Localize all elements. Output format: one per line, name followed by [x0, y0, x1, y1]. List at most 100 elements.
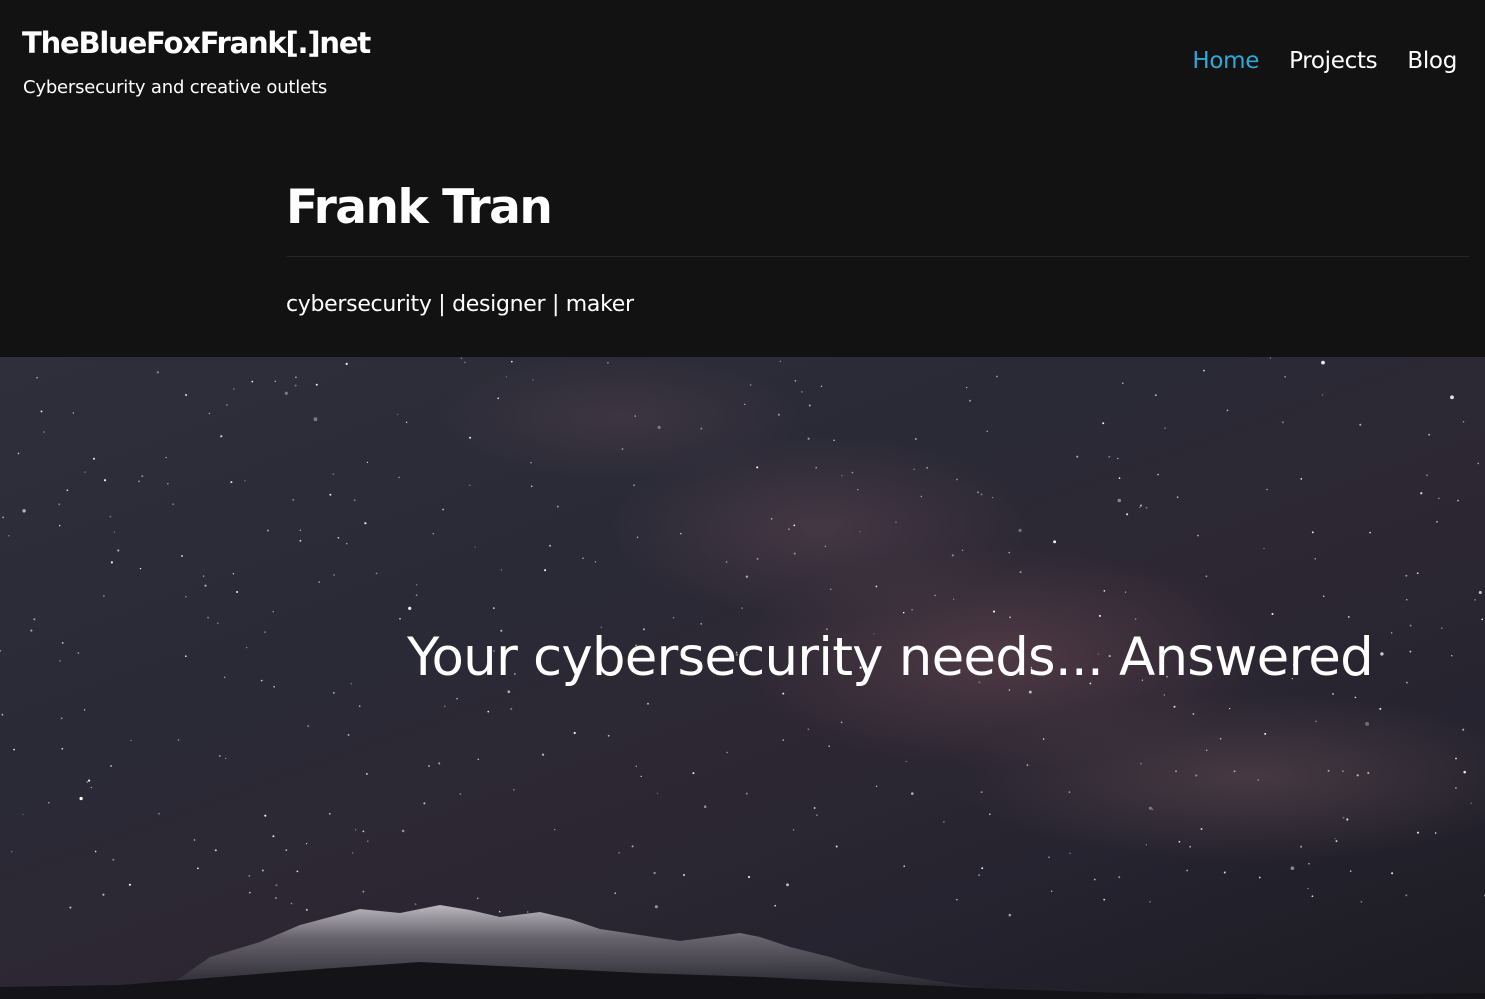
star: [364, 522, 367, 525]
star: [913, 468, 915, 471]
star: [307, 725, 310, 728]
star: [1157, 473, 1159, 476]
star: [1409, 624, 1412, 627]
star: [1307, 887, 1309, 890]
star: [180, 554, 184, 558]
star: [961, 549, 964, 551]
star: [193, 839, 196, 841]
star: [8, 535, 10, 537]
star: [217, 622, 219, 624]
star: [1028, 690, 1032, 694]
star: [432, 533, 434, 535]
star: [530, 485, 533, 488]
star: [1051, 890, 1053, 892]
hero-roles: cybersecurity | designer | maker: [286, 292, 634, 317]
star: [1349, 870, 1352, 872]
star: [1108, 455, 1111, 458]
star: [1178, 840, 1181, 843]
star: [345, 362, 348, 365]
star: [66, 489, 69, 492]
star: [1102, 422, 1105, 425]
star: [875, 785, 878, 788]
star: [345, 542, 348, 545]
star: [824, 545, 827, 548]
star: [1008, 551, 1011, 554]
star: [17, 452, 20, 455]
star: [513, 789, 515, 791]
star: [273, 685, 276, 688]
star: [72, 412, 74, 414]
nav-item-blog[interactable]: Blog: [1407, 48, 1457, 74]
star: [197, 867, 199, 870]
star: [244, 479, 246, 482]
star: [653, 871, 656, 875]
star: [672, 617, 675, 619]
star: [266, 529, 269, 532]
star: [1103, 898, 1106, 901]
star: [185, 595, 187, 598]
star: [943, 821, 945, 823]
star: [1438, 497, 1440, 499]
star: [801, 391, 803, 393]
star: [366, 461, 369, 464]
star: [476, 897, 479, 900]
star: [1118, 876, 1121, 879]
star: [500, 569, 503, 571]
star: [225, 403, 228, 407]
star: [251, 380, 254, 383]
star: [248, 875, 251, 877]
star: [1192, 713, 1195, 715]
nav-item-home[interactable]: Home: [1192, 48, 1259, 74]
site-title-link[interactable]: TheBlueFoxFrank[.]net: [22, 26, 371, 61]
star: [902, 611, 905, 614]
star: [69, 906, 72, 909]
star: [857, 488, 859, 491]
star: [408, 606, 412, 611]
star: [1189, 845, 1192, 848]
star: [594, 561, 597, 563]
star: [1118, 477, 1121, 479]
star: [274, 380, 276, 383]
star: [264, 631, 266, 633]
star: [774, 904, 777, 907]
star: [230, 481, 233, 484]
star: [318, 581, 321, 583]
star: [779, 360, 782, 363]
star: [507, 690, 511, 694]
star: [167, 483, 169, 485]
star: [43, 431, 45, 433]
star: [725, 561, 728, 563]
star: [1258, 876, 1261, 879]
star: [1369, 531, 1371, 534]
star: [807, 728, 810, 731]
star: [1365, 721, 1370, 726]
star: [112, 858, 115, 861]
star: [1195, 774, 1198, 777]
star: [1474, 599, 1476, 601]
star: [532, 379, 534, 381]
star: [185, 655, 187, 657]
star: [815, 466, 817, 469]
star: [1331, 692, 1335, 695]
star: [22, 813, 24, 816]
star: [792, 829, 795, 831]
star: [177, 739, 180, 741]
star: [365, 772, 368, 775]
star: [807, 437, 810, 440]
star: [332, 473, 335, 476]
nav-item-projects[interactable]: Projects: [1289, 48, 1378, 74]
star: [1173, 705, 1176, 708]
star: [207, 616, 210, 619]
star: [1451, 655, 1453, 657]
site-header: TheBlueFoxFrank[.]net Cybersecurity and …: [0, 0, 1485, 357]
star: [11, 851, 13, 853]
star: [103, 479, 107, 482]
star: [582, 557, 584, 560]
star: [1426, 474, 1429, 477]
star: [290, 902, 293, 905]
star: [459, 793, 462, 795]
star: [214, 849, 217, 852]
star: [573, 731, 576, 735]
star: [367, 840, 369, 842]
star: [782, 692, 785, 695]
